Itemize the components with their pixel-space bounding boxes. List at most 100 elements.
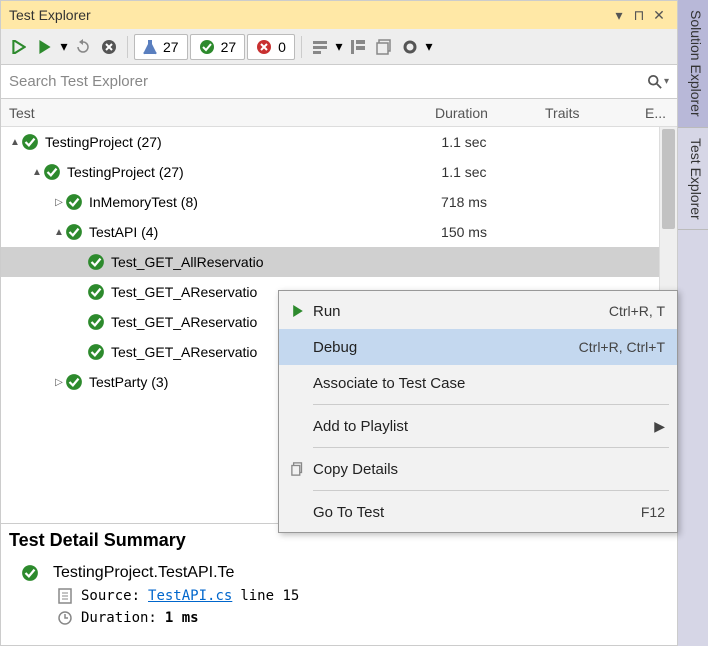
close-button[interactable]: ✕ [649,7,669,24]
clock-icon [57,610,73,626]
dropdown-button[interactable]: ▾ [609,7,629,24]
play-outline-icon [12,40,26,54]
check-circle-icon [65,223,83,241]
tree-row[interactable]: ▲TestAPI (4)150 ms [1,217,659,247]
settings-dropdown[interactable]: ▾ [424,35,434,59]
tree-duration: 718 ms [409,194,519,210]
check-circle-icon [87,253,105,271]
context-menu-item[interactable]: Copy Details [279,451,677,487]
run-button[interactable] [33,35,57,59]
windows-button[interactable] [372,35,396,59]
tree-row[interactable]: ▲TestingProject (27)1.1 sec [1,127,659,157]
context-menu-item[interactable]: DebugCtrl+R, Ctrl+T [279,329,677,365]
context-menu: RunCtrl+R, TDebugCtrl+R, Ctrl+TAssociate… [278,290,678,533]
check-circle-icon [43,163,61,181]
column-traits[interactable]: Traits [537,105,637,121]
side-tab-solution-explorer[interactable]: Solution Explorer [678,0,708,128]
check-circle-icon [87,343,105,361]
group-button[interactable] [346,35,370,59]
check-circle-icon [199,39,215,55]
duration-label: Duration: [81,610,157,626]
pin-button[interactable]: ⊓ [629,7,649,24]
counter-pass[interactable]: 27 [190,34,246,60]
counter-fail[interactable]: 0 [247,34,295,60]
source-link[interactable]: TestAPI.cs [148,588,232,604]
context-menu-item[interactable]: Go To TestF12 [279,494,677,530]
check-circle-icon [65,373,83,391]
tree-label: InMemoryTest (8) [89,194,409,210]
repeat-button[interactable] [71,35,95,59]
columns-header: Test Duration Traits E... [1,99,677,127]
duration-value: 1 ms [165,610,199,626]
counter-total-value: 27 [163,39,179,55]
check-circle-icon [21,133,39,151]
twisty-icon[interactable]: ▲ [31,167,43,178]
copy-icon [283,462,313,476]
title-bar: Test Explorer ▾ ⊓ ✕ [1,1,677,29]
search-button[interactable]: ▾ [648,75,669,89]
panel-title: Test Explorer [9,7,609,23]
context-menu-label: Add to Playlist [313,418,654,435]
column-duration[interactable]: Duration [427,105,537,121]
play-icon [38,40,52,54]
source-line: line 15 [240,588,299,604]
context-menu-label: Copy Details [313,461,665,478]
separator [127,36,128,58]
run-dropdown[interactable]: ▾ [59,35,69,59]
run-all-button[interactable] [7,35,31,59]
settings-button[interactable] [398,35,422,59]
context-menu-label: Debug [313,339,579,356]
counter-total[interactable]: 27 [134,34,188,60]
check-circle-icon [87,313,105,331]
context-menu-item[interactable]: RunCtrl+R, T [279,293,677,329]
check-circle-icon [21,564,39,582]
detail-duration-row: Duration: 1 ms [9,607,669,629]
side-tabs: Solution Explorer Test Explorer [678,0,708,646]
playlist-dropdown[interactable]: ▾ [334,35,344,59]
playlist-button[interactable] [308,35,332,59]
context-menu-shortcut: F12 [641,504,665,520]
detail-fqname: TestingProject.TestAPI.Te [53,564,234,582]
twisty-icon[interactable]: ▷ [53,197,65,208]
tree-row[interactable]: ▲ TestingProject (27)1.1 sec [1,157,659,187]
source-label: Source: [81,588,140,604]
tree-label: TestingProject (27) [67,164,409,180]
twisty-icon[interactable]: ▲ [9,137,21,148]
tree-label: Test_GET_AllReservatio [111,254,409,270]
context-menu-shortcut: Ctrl+R, T [609,303,665,319]
column-error[interactable]: E... [637,105,677,121]
tree-label: TestingProject (27) [45,134,409,150]
separator [301,36,302,58]
context-menu-item[interactable]: Add to Playlist▶ [279,408,677,444]
tree-row[interactable]: Test_GET_AllReservatio [1,247,659,277]
twisty-icon[interactable]: ▷ [53,377,65,388]
context-menu-separator [313,447,669,448]
counter-pass-value: 27 [221,39,237,55]
context-menu-label: Run [313,303,609,320]
counter-fail-value: 0 [278,39,286,55]
stop-button[interactable] [97,35,121,59]
scrollbar-thumb[interactable] [662,129,675,229]
x-circle-icon [256,39,272,55]
tree-duration: 1.1 sec [409,164,519,180]
group-icon [350,39,366,55]
toolbar: ▾ 27 27 0 ▾ [1,29,677,65]
context-menu-label: Associate to Test Case [313,375,665,392]
context-menu-item[interactable]: Associate to Test Case [279,365,677,401]
context-menu-separator [313,490,669,491]
search-icon [648,75,662,89]
tree-duration: 150 ms [409,224,519,240]
column-test[interactable]: Test [1,105,427,121]
check-circle-icon [87,283,105,301]
search-input[interactable] [9,73,648,90]
detail-body: TestingProject.TestAPI.Te Source: TestAP… [1,557,677,645]
search-row: ▾ [1,65,677,99]
context-menu-label: Go To Test [313,504,641,521]
detail-source-row: Source: TestAPI.cs line 15 [9,585,669,607]
twisty-icon[interactable]: ▲ [53,227,65,238]
document-icon [57,588,73,604]
detail-fqname-row: TestingProject.TestAPI.Te [9,561,669,585]
tree-row[interactable]: ▷ InMemoryTest (8)718 ms [1,187,659,217]
stop-icon [101,39,117,55]
side-tab-test-explorer[interactable]: Test Explorer [678,128,708,231]
